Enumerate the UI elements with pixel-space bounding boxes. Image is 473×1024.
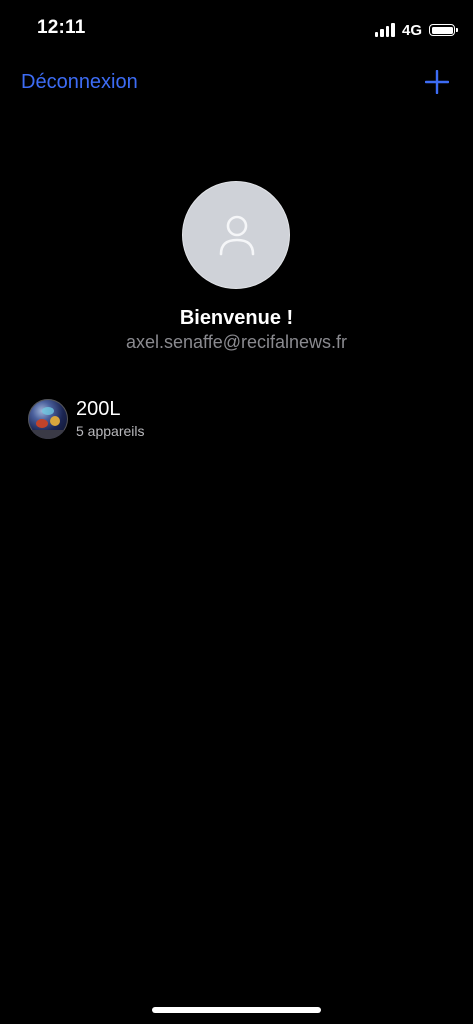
add-button[interactable] — [424, 69, 450, 95]
tank-list-item[interactable]: 200L 5 appareils — [28, 396, 448, 442]
welcome-title: Bienvenue ! — [179, 307, 294, 329]
home-indicator[interactable] — [152, 1007, 321, 1013]
user-email: axel.senaffe@recifalnews.fr — [125, 332, 348, 352]
tank-device-count: 5 appareils — [76, 423, 145, 439]
status-time: 12:11 — [37, 17, 86, 38]
plus-icon — [424, 69, 450, 95]
tank-name: 200L — [76, 398, 121, 420]
user-placeholder-icon — [219, 215, 255, 256]
status-indicators: 4G — [374, 20, 458, 40]
tank-thumbnail — [28, 399, 68, 439]
cellular-signal-icon — [374, 23, 395, 37]
network-type: 4G — [401, 21, 422, 39]
logout-button[interactable]: Déconnexion — [21, 71, 138, 94]
battery-icon — [429, 24, 458, 36]
avatar[interactable] — [182, 181, 290, 289]
